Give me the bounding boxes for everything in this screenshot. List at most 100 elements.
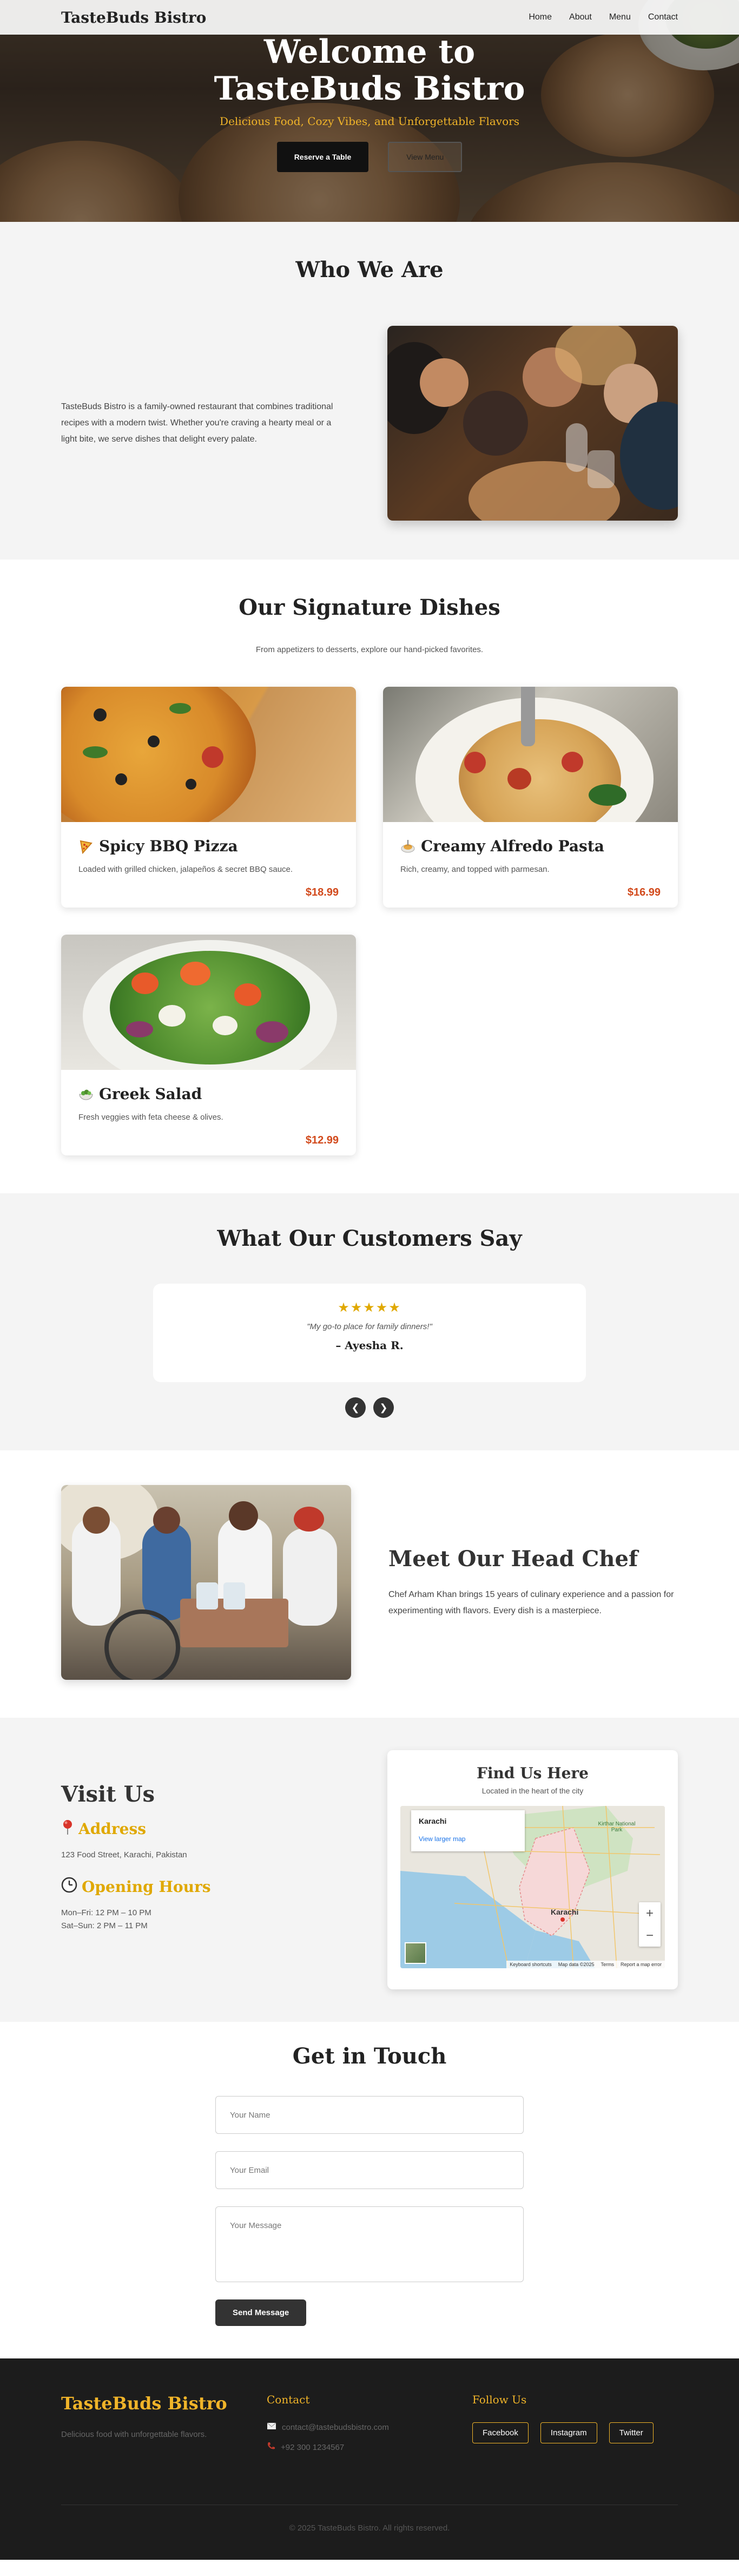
twitter-button[interactable]: Twitter [609, 2422, 654, 2443]
message-textarea[interactable]: Your Message [215, 2206, 524, 2282]
contact-form: Your Name Your Email Your Message Send M… [215, 2096, 524, 2326]
navbar: TasteBuds Bistro Home About Menu Contact [0, 0, 739, 35]
dishes-title: Our Signature Dishes [239, 595, 500, 620]
dish-card[interactable]: Spicy BBQ Pizza Loaded with grilled chic… [61, 687, 356, 908]
testimonial-quote: "My go-to place for family dinners!" [307, 1322, 432, 1331]
dish-card-body: Spicy BBQ Pizza Loaded with grilled chic… [61, 822, 356, 908]
footer-brand-col: TasteBuds Bistro Delicious food with unf… [61, 2393, 267, 2453]
salad-icon [78, 1087, 94, 1102]
hero-title-line2: TasteBuds Bistro [214, 70, 525, 108]
visit-title: Visit Us [61, 1782, 155, 1807]
about-section: Who We Are TasteBuds Bistro is a family-… [0, 222, 739, 560]
map-footer-shortcuts[interactable]: Keyboard shortcuts [510, 1962, 552, 1967]
map-park-label: Kirthar National Park [598, 1821, 636, 1833]
view-larger-map-link[interactable]: View larger map [419, 1835, 517, 1843]
address-heading-text: Address [78, 1820, 146, 1838]
dishes-subtitle: From appetizers to desserts, explore our… [255, 645, 484, 654]
dish-card-body: Greek Salad Fresh veggies with feta chee… [61, 1070, 356, 1155]
footer-phone-text[interactable]: +92 300 1234567 [281, 2443, 344, 2452]
pasta-image [383, 687, 678, 822]
nav-link-home[interactable]: Home [529, 12, 552, 22]
instagram-button[interactable]: Instagram [540, 2422, 597, 2443]
address-text: 123 Food Street, Karachi, Pakistan [61, 1850, 187, 1859]
pizza-icon [78, 839, 94, 854]
dish-card[interactable]: Greek Salad Fresh veggies with feta chee… [61, 935, 356, 1155]
next-testimonial-button[interactable]: ❯ [373, 1397, 394, 1418]
testimonial-author: – Ayesha R. [335, 1339, 404, 1352]
hours-heading: Opening Hours [61, 1877, 342, 1897]
dishes-section: Our Signature Dishes From appetizers to … [0, 560, 739, 1193]
pizza-image [61, 687, 356, 822]
prev-testimonial-button[interactable]: ❮ [345, 1397, 366, 1418]
hero-title: Welcome to TasteBuds Bistro [0, 34, 739, 107]
brand-logo[interactable]: TasteBuds Bistro [61, 9, 206, 27]
view-menu-button[interactable]: View Menu [388, 142, 463, 172]
testimonials-section: What Our Customers Say ★★★★★ "My go-to p… [0, 1193, 739, 1450]
nav-link-menu[interactable]: Menu [609, 12, 631, 22]
dish-card[interactable]: Creamy Alfredo Pasta Rich, creamy, and t… [383, 687, 678, 908]
star-rating: ★★★★★ [338, 1300, 401, 1315]
salad-image [61, 935, 356, 1070]
copyright: © 2025 TasteBuds Bistro. All rights rese… [61, 2505, 678, 2533]
map-footer-terms[interactable]: Terms [601, 1962, 614, 1967]
zoom-in-button[interactable]: + [646, 1906, 654, 1921]
chef-title: Meet Our Head Chef [388, 1546, 638, 1572]
footer-follow-heading: Follow Us [472, 2393, 527, 2406]
map-subtitle: Located in the heart of the city [481, 1786, 584, 1795]
chef-bio: Chef Arham Khan brings 15 years of culin… [388, 1589, 674, 1615]
dish-name-text: Greek Salad [99, 1085, 202, 1103]
dish-name: Creamy Alfredo Pasta [400, 837, 661, 855]
pasta-icon [400, 839, 415, 854]
footer-contact-col: Contact contact@tastebudsbistro.com +92 … [267, 2393, 472, 2453]
nav-link-contact[interactable]: Contact [648, 12, 678, 22]
map-city-label: Karachi [551, 1908, 579, 1916]
dish-price: $18.99 [305, 886, 339, 898]
clock-icon [61, 1877, 77, 1897]
embedded-map[interactable]: Karachi View larger map Karachi Kirthar … [400, 1806, 665, 1968]
map-card: Find Us Here Located in the heart of the… [387, 1750, 678, 1989]
hours-weekday: Mon–Fri: 12 PM – 10 PM [61, 1908, 151, 1917]
testimonial-card: ★★★★★ "My go-to place for family dinners… [153, 1284, 586, 1382]
facebook-button[interactable]: Facebook [472, 2422, 529, 2443]
about-title: Who We Are [295, 257, 444, 282]
nav-link-about[interactable]: About [569, 12, 592, 22]
dish-price: $12.99 [305, 1134, 339, 1146]
envelope-icon [267, 2422, 276, 2432]
chef-image [61, 1485, 351, 1680]
zoom-out-button[interactable]: − [646, 1928, 654, 1943]
carousel-controls: ❮ ❯ [61, 1397, 678, 1418]
visit-section: Visit Us Address 123 Food Street, Karach… [0, 1718, 739, 2022]
footer-tagline: Delicious food with unforgettable flavor… [61, 2430, 207, 2439]
dish-name-text: Spicy BBQ Pizza [99, 837, 238, 855]
footer-brand: TasteBuds Bistro [61, 2393, 227, 2414]
name-input[interactable]: Your Name [215, 2096, 524, 2134]
map-footer-data: Map data ©2025 [558, 1962, 595, 1967]
dish-name-text: Creamy Alfredo Pasta [421, 837, 604, 855]
email-input[interactable]: Your Email [215, 2151, 524, 2189]
dish-price: $16.99 [627, 886, 661, 898]
map-place-name: Karachi [419, 1817, 447, 1825]
reserve-table-button[interactable]: Reserve a Table [276, 142, 369, 172]
pin-icon [61, 1819, 74, 1839]
hours-weekend: Sat–Sun: 2 PM – 11 PM [61, 1921, 148, 1930]
about-text: TasteBuds Bistro is a family-owned resta… [61, 402, 333, 444]
testimonials-title: What Our Customers Say [217, 1226, 522, 1251]
footer-contact-heading: Contact [267, 2393, 310, 2406]
map-footer: Keyboard shortcuts Map data ©2025 Terms … [506, 1961, 665, 1968]
dish-name: Greek Salad [78, 1085, 339, 1103]
phone-icon [267, 2442, 275, 2453]
address-heading: Address [61, 1819, 342, 1839]
hero-tagline: Delicious Food, Cozy Vibes, and Unforget… [220, 115, 519, 128]
hours-heading-text: Opening Hours [82, 1878, 211, 1896]
dish-description: Fresh veggies with feta cheese & olives. [78, 1113, 223, 1122]
map-footer-report[interactable]: Report a map error [621, 1962, 662, 1967]
footer-email-text[interactable]: contact@tastebudsbistro.com [282, 2423, 389, 2432]
visit-info: Visit Us Address 123 Food Street, Karach… [61, 1750, 342, 1989]
social-links: Facebook Instagram Twitter [472, 2422, 678, 2443]
send-message-button[interactable]: Send Message [215, 2299, 307, 2326]
dish-card-body: Creamy Alfredo Pasta Rich, creamy, and t… [383, 822, 678, 908]
footer-social-col: Follow Us Facebook Instagram Twitter [472, 2393, 678, 2453]
satellite-toggle[interactable] [405, 1942, 426, 1964]
dish-description: Loaded with grilled chicken, jalapeños &… [78, 865, 293, 874]
hours-text: Mon–Fri: 12 PM – 10 PM Sat–Sun: 2 PM – 1… [61, 1907, 342, 1933]
